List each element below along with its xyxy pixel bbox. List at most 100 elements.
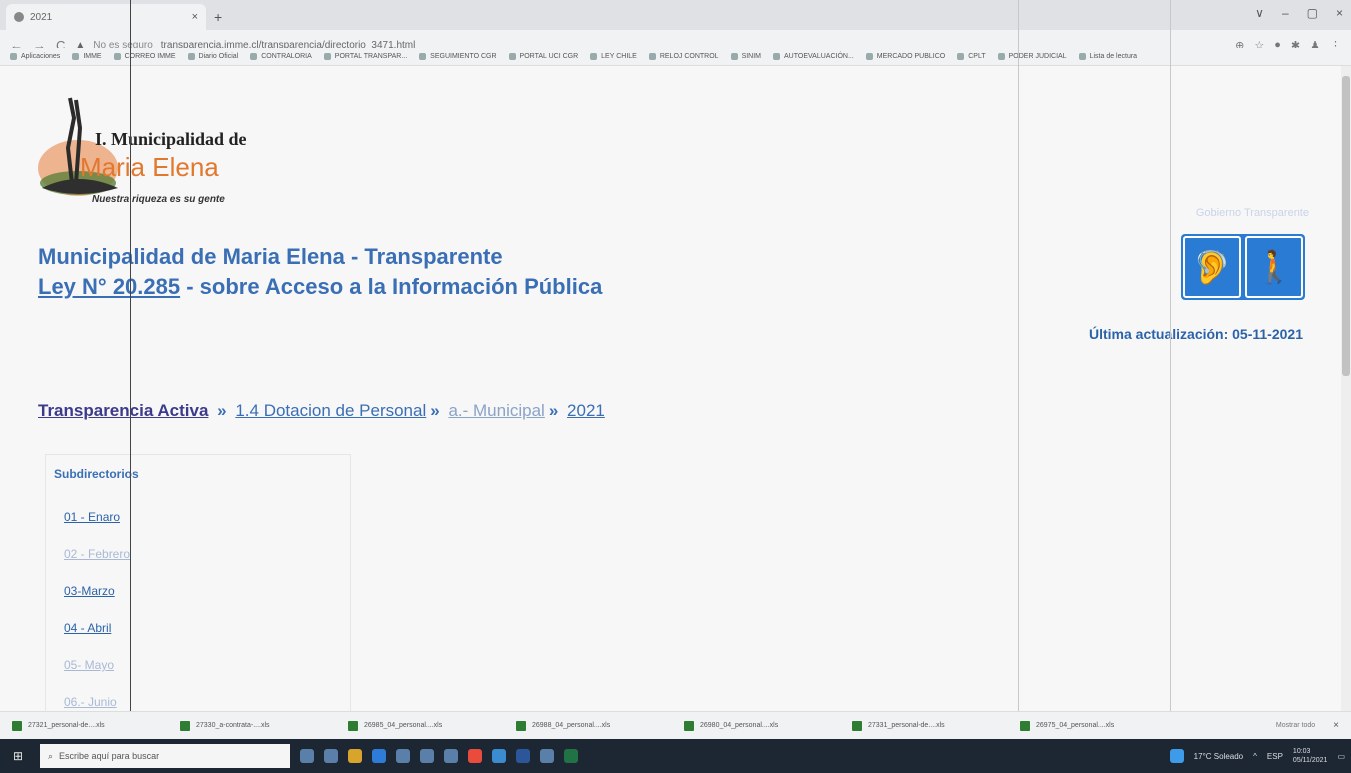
new-tab-button[interactable]: + <box>214 9 222 25</box>
chrome-icon[interactable] <box>468 749 482 763</box>
bookmark-icon <box>113 53 121 60</box>
app-icon[interactable] <box>420 749 434 763</box>
logo-name: Maria Elena <box>80 152 219 182</box>
accessibility-badge[interactable]: 🦻 🚶 <box>1181 234 1305 300</box>
calculator-icon[interactable] <box>540 749 554 763</box>
subdir-link-mayo[interactable]: 05- Mayo <box>64 658 114 672</box>
windows-start-icon[interactable]: ⊞ <box>6 744 30 768</box>
bookmark-item[interactable]: CPLT <box>957 53 986 60</box>
weather-indicator[interactable]: 17°C Soleado <box>1194 752 1243 761</box>
logo-title: I. Municipalidad de <box>95 129 247 149</box>
bookmarks-bar: Aplicaciones IMME CORREO IMME Diario Ofi… <box>0 48 1351 66</box>
bookmark-icon <box>419 53 427 60</box>
bookmark-item[interactable]: LEY CHILE <box>590 53 637 60</box>
close-downloads-icon[interactable]: × <box>1333 720 1339 731</box>
word-icon[interactable] <box>516 749 530 763</box>
download-filename: 26980_04_personal....xls <box>700 722 779 729</box>
excel-file-icon <box>12 720 22 731</box>
cortana-icon[interactable] <box>300 749 314 763</box>
window-controls: ∨ – ▢ × <box>1255 6 1343 20</box>
taskbar-search[interactable]: ⌕ Escribe aquí para buscar <box>40 744 290 768</box>
tab-search-icon[interactable]: ∨ <box>1255 6 1264 20</box>
bookmark-label: LEY CHILE <box>601 53 637 60</box>
bookmark-item[interactable]: MERCADO PUBLICO <box>865 53 945 60</box>
download-filename: 26985_04_personal....xls <box>364 722 443 729</box>
breadcrumb-transparencia-activa[interactable]: Transparencia Activa <box>38 401 208 420</box>
last-update: Última actualización: 05-11-2021 <box>1089 326 1303 342</box>
bookmark-icon <box>250 53 258 60</box>
network-app-icon[interactable] <box>1169 749 1184 763</box>
scan-line <box>1018 0 1019 773</box>
phone-icon[interactable] <box>444 749 458 763</box>
clock-date: 05/11/2021 <box>1292 757 1328 764</box>
edge-icon[interactable] <box>372 749 386 763</box>
minimize-button[interactable]: – <box>1282 6 1289 20</box>
download-filename: 26988_04_personal....xls <box>532 722 611 729</box>
store-icon[interactable] <box>348 749 362 763</box>
bookmark-icon <box>323 53 331 60</box>
download-item[interactable]: 27330_a-contrata-....xls <box>180 720 330 731</box>
subdirectories-panel: Subdirectorios 01 - Enaro 02 - Febrero 0… <box>45 454 351 714</box>
page-subtitle: Ley N° 20.285 - sobre Acceso a la Inform… <box>38 274 602 300</box>
breadcrumb-municipal[interactable]: a.- Municipal <box>448 401 544 420</box>
maximize-button[interactable]: ▢ <box>1307 6 1318 20</box>
bookmark-item[interactable]: PORTAL TRANSPAR... <box>323 53 407 60</box>
bookmark-item[interactable]: PODER JUDICIAL <box>997 53 1067 60</box>
tab-close-icon[interactable]: × <box>192 11 198 23</box>
notifications-icon[interactable]: ▭ <box>1337 752 1345 761</box>
globe-icon <box>14 12 24 22</box>
law-link[interactable]: Ley N° 20.285 <box>38 274 180 299</box>
subdir-link-abril[interactable]: 04 - Abril <box>64 621 111 635</box>
bookmark-item[interactable]: PORTAL UCI CGR <box>508 53 578 60</box>
task-view-icon[interactable] <box>324 749 338 763</box>
tray-chevron-icon[interactable]: ^ <box>1253 752 1257 761</box>
bookmark-item[interactable]: SINIM <box>730 53 762 60</box>
scan-line <box>130 0 131 773</box>
bookmark-item[interactable]: IMME <box>72 53 102 60</box>
subdir-link-enero[interactable]: 01 - Enaro <box>64 510 120 524</box>
bookmark-item[interactable]: CORREO IMME <box>113 53 176 60</box>
bookmark-item[interactable]: SEGUIMIENTO CGR <box>419 53 497 60</box>
clock-time: 10:03 <box>1292 748 1311 755</box>
bookmark-label: AUTOEVALUACIÓN... <box>784 53 854 60</box>
search-icon: ⌕ <box>48 750 54 761</box>
subdir-link-marzo[interactable]: 03-Marzo <box>64 584 115 598</box>
bookmark-icon <box>187 53 195 60</box>
subdirectories-title: Subdirectorios <box>54 467 139 481</box>
bookmark-icon <box>730 53 738 60</box>
excel-file-icon <box>348 720 358 731</box>
bookmark-item[interactable]: Lista de lectura <box>1078 53 1138 60</box>
breadcrumb-separator: » <box>548 401 559 420</box>
close-window-button[interactable]: × <box>1336 6 1343 20</box>
download-item[interactable]: 27321_personal-de....xls <box>12 720 162 731</box>
download-item[interactable]: 26975_04_personal....xls <box>1020 720 1170 731</box>
download-item[interactable]: 26988_04_personal....xls <box>516 720 666 731</box>
bookmark-label: SINIM <box>741 53 762 60</box>
firefox-icon[interactable] <box>492 749 506 763</box>
download-item[interactable]: 27331_personal-de....xls <box>852 720 1002 731</box>
subdir-link-junio[interactable]: 06.- Junio <box>64 695 117 709</box>
bookmark-item[interactable]: AUTOEVALUACIÓN... <box>773 53 854 60</box>
scrollbar-thumb[interactable] <box>1342 76 1350 376</box>
breadcrumb-2021[interactable]: 2021 <box>567 401 605 420</box>
subdir-link-febrero[interactable]: 02 - Febrero <box>64 547 130 561</box>
bookmark-label: Lista de lectura <box>1089 53 1138 60</box>
page-scrollbar[interactable] <box>1341 66 1351 711</box>
show-all-downloads-button[interactable]: Mostrar todo <box>1276 722 1315 729</box>
excel-icon[interactable] <box>564 749 578 763</box>
breadcrumb-dotacion-personal[interactable]: 1.4 Dotacion de Personal <box>235 401 426 420</box>
download-filename: 27321_personal-de....xls <box>28 722 105 729</box>
download-item[interactable]: 26980_04_personal....xls <box>684 720 834 731</box>
mail-icon[interactable] <box>396 749 410 763</box>
bookmark-item[interactable]: RELOJ CONTROL <box>648 53 719 60</box>
language-indicator[interactable]: ESP <box>1267 752 1283 761</box>
bookmark-item[interactable]: CONTRALORIA <box>250 53 312 60</box>
browser-tab[interactable]: 2021 × <box>6 4 206 30</box>
clock[interactable]: 10:03 05/11/2021 <box>1293 747 1328 765</box>
bookmark-item[interactable]: Aplicaciones <box>10 53 60 60</box>
excel-file-icon <box>516 720 526 731</box>
download-item[interactable]: 26985_04_personal....xls <box>348 720 498 731</box>
bookmark-icon <box>72 53 80 60</box>
download-filename: 27330_a-contrata-....xls <box>196 722 270 729</box>
bookmark-item[interactable]: Diario Oficial <box>187 53 238 60</box>
